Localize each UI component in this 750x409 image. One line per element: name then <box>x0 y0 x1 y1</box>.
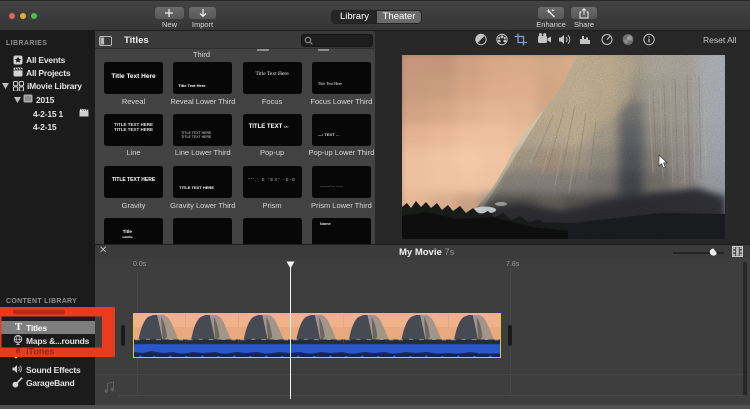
svg-text:iTunes: iTunes <box>26 347 54 357</box>
